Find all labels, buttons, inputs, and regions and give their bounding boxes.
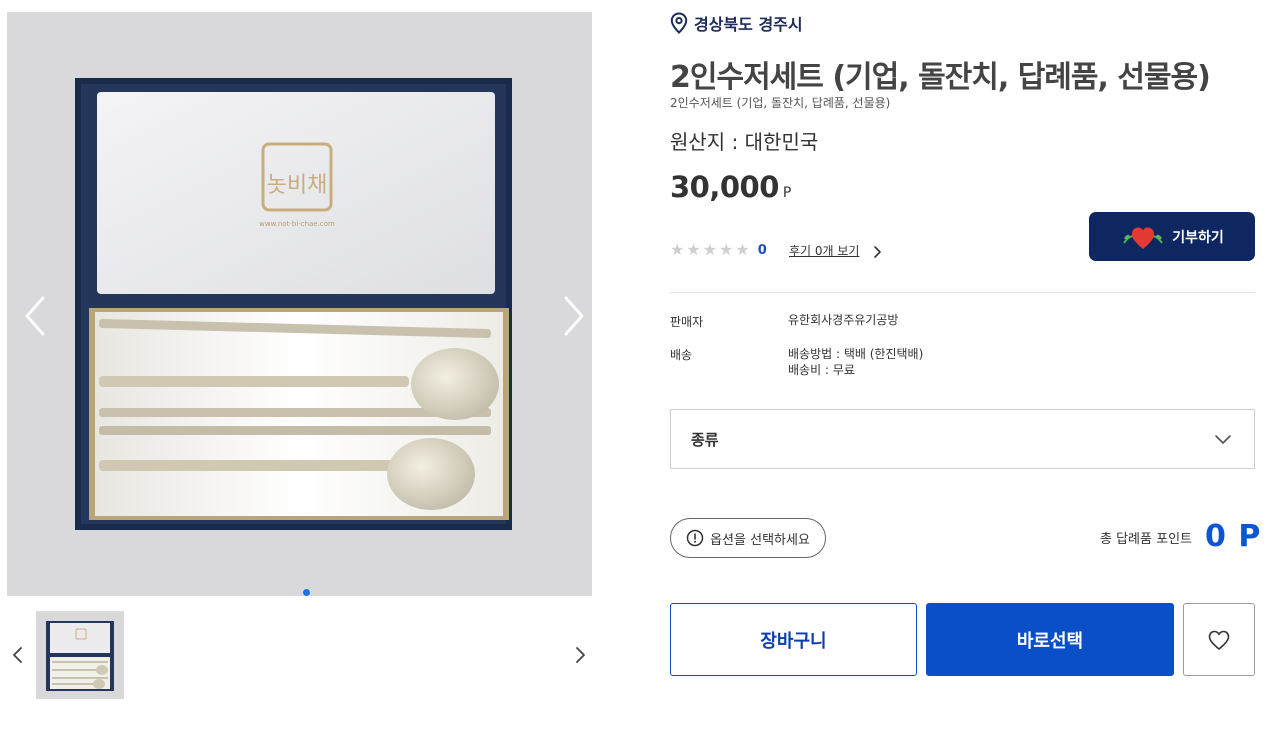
donate-label: 기부하기	[1172, 229, 1224, 246]
product-title: 2인수저세트 (기업, 돌잔치, 답례품, 선물용)	[670, 60, 1211, 95]
gallery-prev-button[interactable]	[21, 294, 49, 338]
thumbnail-next-button[interactable]	[570, 643, 590, 667]
heart-leaves-icon	[1123, 227, 1164, 249]
wishlist-button[interactable]	[1183, 603, 1255, 676]
option-select-label: 종류	[691, 430, 719, 449]
location-text: 경상북도 경주시	[694, 15, 803, 34]
buy-now-button[interactable]: 바로선택	[926, 603, 1174, 676]
product-location: 경상북도 경주시	[670, 11, 803, 35]
chevron-right-icon	[564, 296, 584, 336]
chevron-left-icon	[13, 647, 22, 663]
rating-count: 0	[757, 242, 767, 258]
add-to-cart-button[interactable]: 장바구니	[670, 603, 917, 676]
star-icon: ★	[702, 240, 718, 259]
gallery-next-button[interactable]	[560, 294, 588, 338]
star-icon: ★	[719, 240, 734, 259]
option-notice: 옵션을 선택하세요	[670, 518, 826, 558]
star-icon: ★	[686, 240, 701, 259]
chevron-down-icon	[1215, 435, 1231, 444]
gallery-dot-active[interactable]	[303, 589, 310, 596]
thumbnail-image[interactable]	[36, 611, 124, 699]
total-points-label: 총 답례품 포인트	[1100, 532, 1192, 547]
shipping-fee: 배송비 : 무료	[788, 363, 855, 377]
shipping-label: 배송	[670, 348, 693, 362]
shipping-method: 배송방법 : 택배 (한진택배)	[788, 347, 924, 361]
chevron-right-icon	[576, 647, 585, 663]
price-value: 30,000	[670, 170, 779, 204]
product-price: 30,000 P	[670, 170, 791, 204]
divider	[670, 292, 1255, 293]
thumbnail-photo	[36, 611, 124, 699]
box-brand-logo: 놋비채	[267, 173, 328, 198]
star-icon: ★	[670, 240, 685, 259]
option-notice-text: 옵션을 선택하세요	[710, 532, 810, 548]
star-icon: ★	[735, 240, 750, 259]
review-link[interactable]: 후기 0개 보기	[789, 242, 859, 259]
product-origin: 원산지 : 대한민국	[670, 130, 819, 154]
price-unit: P	[782, 185, 792, 201]
seller-label: 판매자	[670, 315, 704, 329]
rating-stars: ★ ★ ★ ★ ★ 0	[670, 242, 767, 258]
alert-circle-icon	[686, 529, 704, 547]
chevron-left-icon	[25, 296, 45, 336]
map-pin-icon	[670, 12, 688, 34]
donate-button[interactable]: 기부하기	[1089, 212, 1255, 261]
product-subtitle: 2인수저세트 (기업, 돌잔치, 답례품, 선물용)	[670, 96, 891, 110]
product-main-image: 놋비채 www.not-bi-chae.com	[7, 12, 592, 596]
total-points-value: 0 P	[1205, 519, 1262, 554]
option-select[interactable]: 종류	[670, 409, 1255, 469]
chevron-right-icon	[874, 246, 881, 258]
seller-value: 유한회사경주유기공방	[788, 313, 899, 327]
thumbnail-prev-button[interactable]	[8, 643, 28, 667]
product-photo: 놋비채 www.not-bi-chae.com	[7, 12, 592, 596]
box-url-text: www.not-bi-chae.com	[259, 220, 335, 228]
heart-icon	[1208, 630, 1230, 650]
